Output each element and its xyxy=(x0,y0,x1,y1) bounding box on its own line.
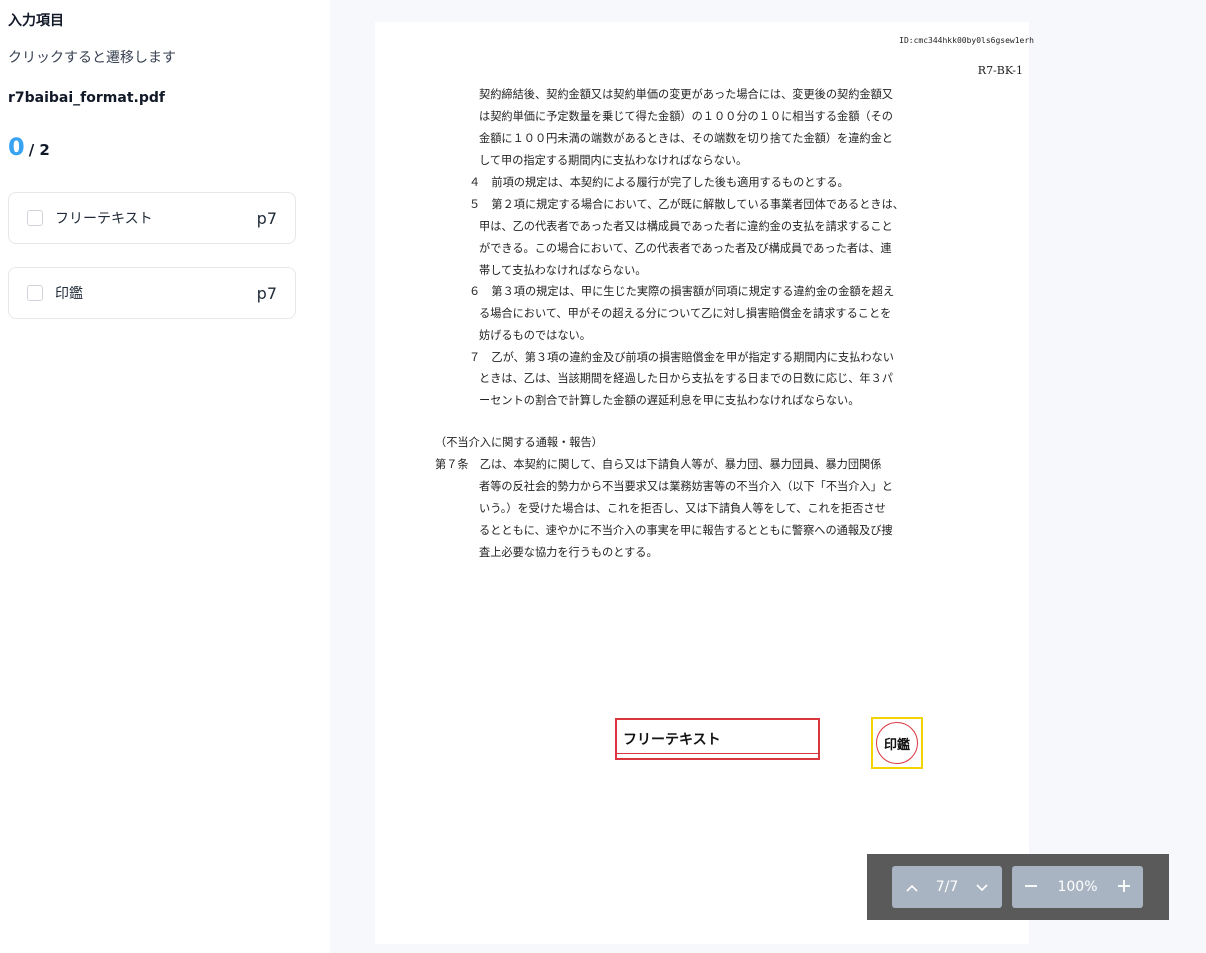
chevron-down-icon[interactable] xyxy=(976,879,988,895)
field-checkbox[interactable] xyxy=(27,285,43,301)
document-line: 者等の反社会的勢力から不当要求又は業務妨害等の不当介入（以下「不当介入」と xyxy=(479,480,893,493)
document-line: ４ 前項の規定は、本契約による履行が完了した後も適用するものとする。 xyxy=(469,176,849,189)
field-label: フリーテキスト xyxy=(55,211,153,227)
document-line: ５ 第２項に規定する場合において、乙が既に解散している事業者団体であるときは、 xyxy=(469,198,904,211)
document-line: ６ 第３項の規定は、甲に生じた実際の損害額が同項に規定する違約金の金額を超え xyxy=(469,285,895,298)
progress-counter: 0 / 2 xyxy=(8,133,50,161)
field-page: p7 xyxy=(256,283,277,303)
document-line: 査上必要な協力を行うものとする。 xyxy=(479,546,658,559)
chevron-up-icon[interactable] xyxy=(906,879,918,895)
seal-field-label: 印鑑 xyxy=(883,737,910,753)
document-line: 甲は、乙の代表者であった者又は構成員であった者に違約金の支払を請求すること xyxy=(479,220,893,233)
field-checkbox[interactable] xyxy=(27,210,43,226)
page-indicator: 7/7 xyxy=(935,879,959,895)
pdf-page: ID:cmc344hkk00by0ls6gsew1erh R7-BK-1 契約締… xyxy=(375,22,1034,944)
page-navigation: 7/7 xyxy=(892,866,1002,908)
document-line: 第７条 乙は、本契約に関して、自ら又は下請負人等が、暴力団、暴力団員、暴力団関係 xyxy=(435,458,882,471)
field-label: 印鑑 xyxy=(55,286,83,302)
plus-icon[interactable] xyxy=(1117,879,1131,896)
total-count: / 2 xyxy=(28,141,50,159)
field-item-free-text[interactable]: フリーテキスト p7 xyxy=(8,192,296,244)
document-line: いう。）を受けた場合は、これを拒否し、又は下請負人等をして、これを拒否させ xyxy=(479,502,886,515)
completed-count: 0 xyxy=(8,133,25,161)
document-line: は契約単価に予定数量を乗じて得た金額）の１００分の１０に相当する金額（その xyxy=(479,110,893,123)
section-heading: （不当介入に関する通報・報告） xyxy=(435,436,603,449)
field-item-seal[interactable]: 印鑑 p7 xyxy=(8,267,296,319)
document-line: ーセントの割合で計算した金額の遅延利息を甲に支払わなければならない。 xyxy=(479,394,860,407)
pdf-viewer: ID:cmc344hkk00by0ls6gsew1erh R7-BK-1 契約締… xyxy=(330,0,1206,953)
document-line: 帯して支払わなければならない。 xyxy=(479,264,647,277)
viewer-toolbar: 7/7 100% xyxy=(867,854,1169,920)
free-text-field-label: フリーテキスト xyxy=(623,732,721,748)
document-code: R7-BK-1 xyxy=(977,64,1023,77)
field-page: p7 xyxy=(256,208,277,228)
field-underline xyxy=(617,753,818,754)
document-line: るとともに、速やかに不当介入の事実を甲に報告するとともに警察への通報及び捜 xyxy=(479,524,893,537)
zoom-controls: 100% xyxy=(1012,866,1143,908)
document-line: 金額に１００円未満の端数があるときは、その端数を切り捨てた金額）を違約金と xyxy=(479,132,893,145)
navigation-hint: クリックすると遷移します xyxy=(8,50,176,66)
document-line: ができる。この場合において、乙の代表者であった者及び構成員であった者は、連 xyxy=(479,242,892,255)
free-text-field[interactable]: フリーテキスト xyxy=(615,718,820,760)
document-line: ７ 乙が、第３項の違約金及び前項の損害賠償金を甲が指定する期間内に支払わない xyxy=(469,351,894,364)
document-line: 妨げるものではない。 xyxy=(479,329,591,342)
document-line: る場合において、甲がその超える分について乙に対し損害賠償金を請求することを xyxy=(479,307,892,320)
seal-icon: 印鑑 xyxy=(876,722,918,764)
seal-field[interactable]: 印鑑 xyxy=(871,717,923,769)
section-title: 入力項目 xyxy=(8,13,64,29)
sidebar: 入力項目 クリックすると遷移します r7baibai_format.pdf 0 … xyxy=(0,0,330,953)
document-line: して甲の指定する期間内に支払わなければならない。 xyxy=(479,154,748,167)
minus-icon[interactable] xyxy=(1024,879,1038,896)
document-line: ときは、乙は、当該期間を経過した日から支払をする日までの日数に応じ、年３パ xyxy=(479,372,893,385)
document-id: ID:cmc344hkk00by0ls6gsew1erh xyxy=(899,36,1034,45)
zoom-level: 100% xyxy=(1057,879,1098,895)
file-name: r7baibai_format.pdf xyxy=(8,90,165,106)
document-line: 契約締結後、契約金額又は契約単価の変更があった場合には、変更後の契約金額又 xyxy=(479,88,893,101)
